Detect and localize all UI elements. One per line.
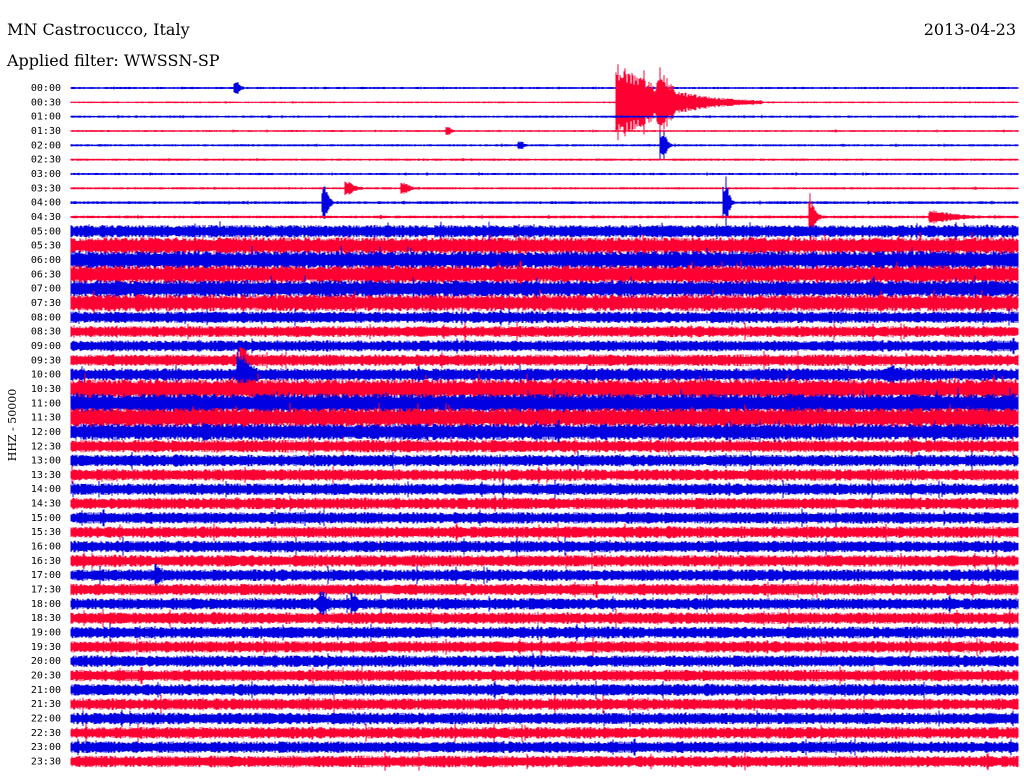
trace-0300 [70,172,1019,176]
trace-1830 [70,608,1019,628]
time-label-1330: 13:30 [31,470,61,481]
time-label-1000: 10:00 [31,370,61,381]
trace-1530 [70,523,1019,542]
time-label-1300: 13:00 [31,456,61,467]
time-label-0330: 03:30 [31,183,61,194]
time-label-0030: 00:30 [31,97,61,108]
trace-0230 [70,158,1019,162]
trace-1900 [70,623,1019,642]
trace-1700 [70,564,1019,587]
trace-2330 [70,752,1019,771]
time-label-0000: 00:00 [31,83,61,94]
time-label-0630: 06:30 [31,269,61,280]
time-label-0130: 01:30 [31,126,61,137]
time-label-1430: 14:30 [31,499,61,510]
time-label-0530: 05:30 [31,241,61,252]
trace-1400 [70,479,1019,499]
trace-0000 [70,82,1019,94]
trace-2130 [70,694,1019,714]
time-label-1600: 16:00 [31,542,61,553]
time-label-0100: 01:00 [31,112,61,123]
time-label-1500: 15:00 [31,513,61,524]
time-label-2000: 20:00 [31,656,61,667]
time-label-0500: 05:00 [31,226,61,237]
time-label-1830: 18:30 [31,613,61,624]
trace-1330 [70,465,1019,484]
time-label-0700: 07:00 [31,284,61,295]
time-label-1100: 11:00 [31,398,61,409]
time-label-0430: 04:30 [31,212,61,223]
time-label-1030: 10:30 [31,384,61,395]
trace-2030 [70,666,1019,685]
time-label-2200: 22:00 [31,714,61,725]
trace-0130 [70,127,1019,135]
trace-0100 [70,114,1019,119]
trace-1500 [70,508,1019,527]
time-label-1800: 18:00 [31,599,61,610]
time-label-0300: 03:00 [31,169,61,180]
trace-1600 [70,537,1019,556]
time-label-0900: 09:00 [31,341,61,352]
time-label-1700: 17:00 [31,570,61,581]
time-label-0830: 08:30 [31,327,61,338]
time-label-1730: 17:30 [31,585,61,596]
time-label-0800: 08:00 [31,312,61,323]
time-label-2130: 21:30 [31,699,61,710]
time-label-0730: 07:30 [31,298,61,309]
trace-1930 [70,637,1019,657]
time-label-2030: 20:30 [31,671,61,682]
trace-0830 [70,322,1019,341]
time-label-1130: 11:30 [31,413,61,424]
trace-0400 [70,176,1019,229]
helicorder-plot: 00:00 00:30 01:00 01:30 02:00 02:30 03:00 03:30… [31,64,1019,771]
trace-2200 [70,710,1019,727]
trace-0800 [70,308,1019,326]
time-label-0930: 09:30 [31,355,61,366]
trace-2100 [70,680,1019,699]
time-label-0400: 04:00 [31,198,61,209]
trace-0030 [70,64,1019,141]
time-label-1630: 16:30 [31,556,61,567]
time-label-1900: 19:00 [31,628,61,639]
trace-1300 [70,451,1019,470]
trace-0900 [70,337,1019,355]
time-label-0230: 02:30 [31,155,61,166]
trace-1630 [70,551,1019,571]
time-label-1530: 15:30 [31,527,61,538]
trace-2000 [70,653,1019,670]
trace-0200 [70,131,1019,160]
trace-2300 [70,738,1019,756]
time-label-2230: 22:30 [31,728,61,739]
trace-1430 [70,495,1019,512]
time-label-1200: 12:00 [31,427,61,438]
time-label-1230: 12:30 [31,441,61,452]
time-label-0600: 06:00 [31,255,61,266]
trace-1730 [70,580,1019,599]
time-label-2100: 21:00 [31,685,61,696]
time-label-0200: 02:00 [31,140,61,151]
trace-0330 [70,181,1019,195]
time-label-1400: 14:00 [31,484,61,495]
time-label-2300: 23:00 [31,742,61,753]
time-label-1930: 19:30 [31,642,61,653]
trace-2230 [70,723,1019,743]
time-label-2330: 23:30 [31,757,61,768]
